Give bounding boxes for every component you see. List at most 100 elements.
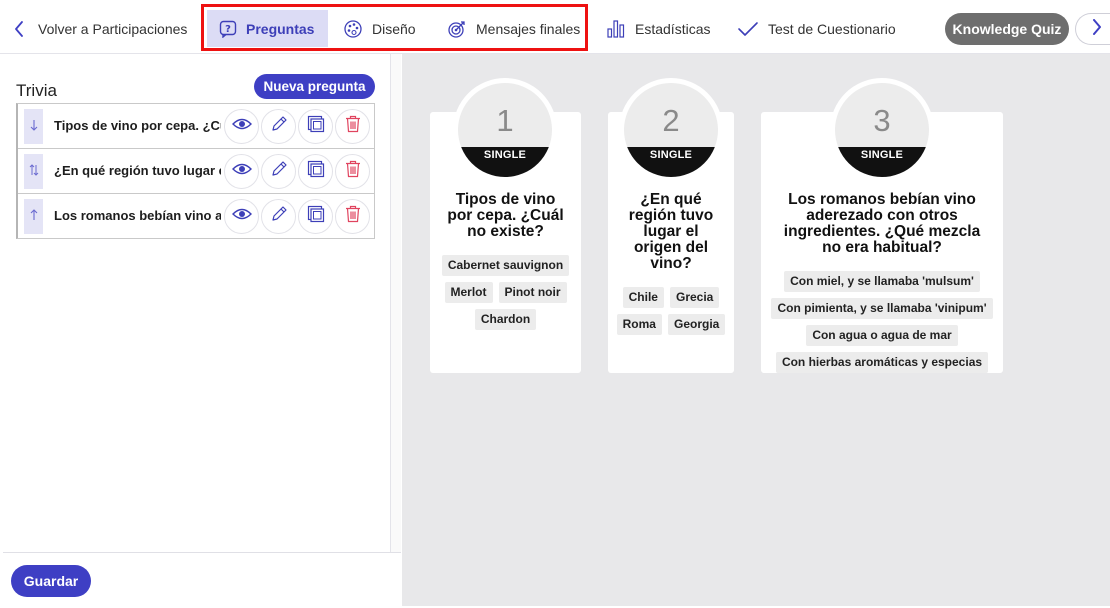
quiz-name-badge[interactable]: Knowledge Quiz bbox=[945, 13, 1069, 45]
edit-button[interactable] bbox=[261, 109, 296, 144]
arrow-up-icon bbox=[30, 209, 38, 224]
copy-icon bbox=[307, 115, 325, 138]
question-bubble-icon: ? bbox=[219, 20, 237, 38]
question-number: 1 bbox=[496, 103, 514, 138]
answer-options: Cabernet sauvignon Merlot Pinot noir Cha… bbox=[430, 255, 581, 330]
answer-option: Con pimienta, y se llamaba 'vinipum' bbox=[771, 298, 993, 319]
question-row[interactable]: Los romanos bebían vino aderezado con ot… bbox=[18, 194, 374, 238]
answer-option: Grecia bbox=[669, 287, 720, 308]
trash-icon bbox=[345, 115, 361, 138]
quiz-section-title: Trivia bbox=[16, 81, 57, 100]
chevron-right-icon bbox=[1092, 18, 1102, 40]
duplicate-button[interactable] bbox=[298, 199, 333, 234]
drag-handle[interactable] bbox=[24, 154, 43, 189]
trash-icon bbox=[345, 205, 361, 228]
svg-text:?: ? bbox=[225, 24, 231, 35]
edit-button[interactable] bbox=[261, 199, 296, 234]
tab-diseno[interactable]: Diseño bbox=[343, 10, 416, 47]
panel-footer: Guardar bbox=[3, 552, 401, 606]
tab-estadisticas[interactable]: Estadísticas bbox=[606, 10, 710, 47]
question-number: 2 bbox=[662, 103, 680, 138]
question-list-panel: Trivia Nueva pregunta Tipos de vino por … bbox=[3, 54, 401, 606]
preview-button[interactable] bbox=[224, 199, 259, 234]
tab-estadisticas-label: Estadísticas bbox=[635, 20, 711, 37]
question-number-badge: 2 SINGLE bbox=[619, 78, 723, 182]
question-actions bbox=[224, 154, 370, 189]
answer-option: Cabernet sauvignon bbox=[441, 255, 570, 276]
question-type-label: SINGLE bbox=[649, 149, 693, 161]
question-title: Los romanos bebían vino aderezado con ot… bbox=[54, 208, 221, 223]
question-row[interactable]: Tipos de vino por cepa. ¿Cuál no existe? bbox=[18, 104, 374, 149]
tab-diseno-label: Diseño bbox=[372, 20, 416, 37]
tab-preguntas-label: Preguntas bbox=[246, 20, 315, 37]
arrow-down-icon bbox=[30, 119, 38, 134]
eye-icon bbox=[231, 207, 252, 226]
delete-button[interactable] bbox=[335, 109, 370, 144]
preview-button[interactable] bbox=[224, 154, 259, 189]
delete-button[interactable] bbox=[335, 199, 370, 234]
answer-option: Con hierbas aromáticas y especias bbox=[775, 352, 989, 373]
card-question-text: ¿En qué región tuvo lugar el origen del … bbox=[628, 191, 714, 272]
pencil-icon bbox=[270, 205, 288, 228]
copy-icon bbox=[307, 160, 325, 183]
card-question-text: Los romanos bebían vino aderezado con ot… bbox=[783, 191, 981, 256]
answer-option: Georgia bbox=[667, 314, 726, 335]
answer-option: Pinot noir bbox=[498, 282, 567, 303]
question-actions bbox=[224, 109, 370, 144]
question-card[interactable]: 1 SINGLE Tipos de vino por cepa. ¿Cuál n… bbox=[430, 78, 581, 373]
question-row[interactable]: ¿En qué región tuvo lugar el origen del … bbox=[18, 149, 374, 194]
bar-chart-icon bbox=[606, 19, 626, 39]
tab-test-label: Test de Cuestionario bbox=[768, 20, 896, 37]
question-actions bbox=[224, 199, 370, 234]
top-navigation-bar: Volver a Participaciones ? Preguntas Dis… bbox=[0, 0, 1110, 54]
answer-option: Chile bbox=[622, 287, 664, 308]
tab-preguntas[interactable]: ? Preguntas bbox=[207, 10, 328, 47]
drag-handle[interactable] bbox=[24, 199, 43, 234]
panel-scrollbar[interactable] bbox=[390, 54, 401, 552]
answer-options: Con miel, y se llamaba 'mulsum' Con pimi… bbox=[761, 271, 1003, 373]
question-type-label: SINGLE bbox=[860, 149, 904, 161]
question-card[interactable]: 2 SINGLE ¿En qué región tuvo lugar el or… bbox=[608, 78, 734, 373]
eye-icon bbox=[231, 117, 252, 136]
question-type-label: SINGLE bbox=[483, 149, 527, 161]
question-list: Tipos de vino por cepa. ¿Cuál no existe? bbox=[16, 103, 375, 239]
answer-option: Con miel, y se llamaba 'mulsum' bbox=[784, 271, 980, 292]
save-button[interactable]: Guardar bbox=[11, 565, 91, 597]
duplicate-button[interactable] bbox=[298, 154, 333, 189]
card-question-text: Tipos de vino por cepa. ¿Cuál no existe? bbox=[447, 191, 564, 240]
delete-button[interactable] bbox=[335, 154, 370, 189]
copy-icon bbox=[307, 205, 325, 228]
pencil-icon bbox=[270, 160, 288, 183]
tab-mensajes-label: Mensajes finales bbox=[476, 20, 581, 37]
question-number: 3 bbox=[873, 103, 891, 138]
back-to-participations-link[interactable]: Volver a Participaciones bbox=[14, 10, 187, 47]
drag-handle[interactable] bbox=[24, 109, 43, 144]
answer-option: Merlot bbox=[444, 282, 493, 303]
question-card[interactable]: 3 SINGLE Los romanos bebían vino adereza… bbox=[761, 78, 1003, 373]
quiz-preview-area: 1 SINGLE Tipos de vino por cepa. ¿Cuál n… bbox=[402, 54, 1110, 606]
answer-option: Con agua o agua de mar bbox=[806, 325, 958, 346]
target-icon bbox=[447, 19, 467, 39]
question-number-badge: 1 SINGLE bbox=[453, 78, 557, 182]
duplicate-button[interactable] bbox=[298, 109, 333, 144]
tab-mensajes-finales[interactable]: Mensajes finales bbox=[447, 10, 580, 47]
question-title: ¿En qué región tuvo lugar el origen del … bbox=[54, 163, 221, 178]
new-question-button[interactable]: Nueva pregunta bbox=[254, 74, 375, 99]
pencil-icon bbox=[270, 115, 288, 138]
question-title: Tipos de vino por cepa. ¿Cuál no existe? bbox=[54, 118, 221, 133]
question-number-badge: 3 SINGLE bbox=[830, 78, 934, 182]
answer-option: Chardon bbox=[474, 309, 537, 330]
arrow-updown-icon bbox=[29, 164, 39, 179]
trash-icon bbox=[345, 160, 361, 183]
eye-icon bbox=[231, 162, 252, 181]
nav-scroll-right-button[interactable] bbox=[1075, 13, 1110, 45]
back-label: Volver a Participaciones bbox=[38, 20, 188, 37]
palette-icon bbox=[343, 19, 363, 39]
edit-button[interactable] bbox=[261, 154, 296, 189]
checkmark-icon bbox=[737, 21, 759, 37]
chevron-left-icon bbox=[14, 20, 24, 37]
preview-button[interactable] bbox=[224, 109, 259, 144]
answer-options: Chile Grecia Roma Georgia bbox=[608, 287, 734, 335]
tab-test-cuestionario[interactable]: Test de Cuestionario bbox=[737, 10, 896, 47]
answer-option: Roma bbox=[616, 314, 662, 335]
